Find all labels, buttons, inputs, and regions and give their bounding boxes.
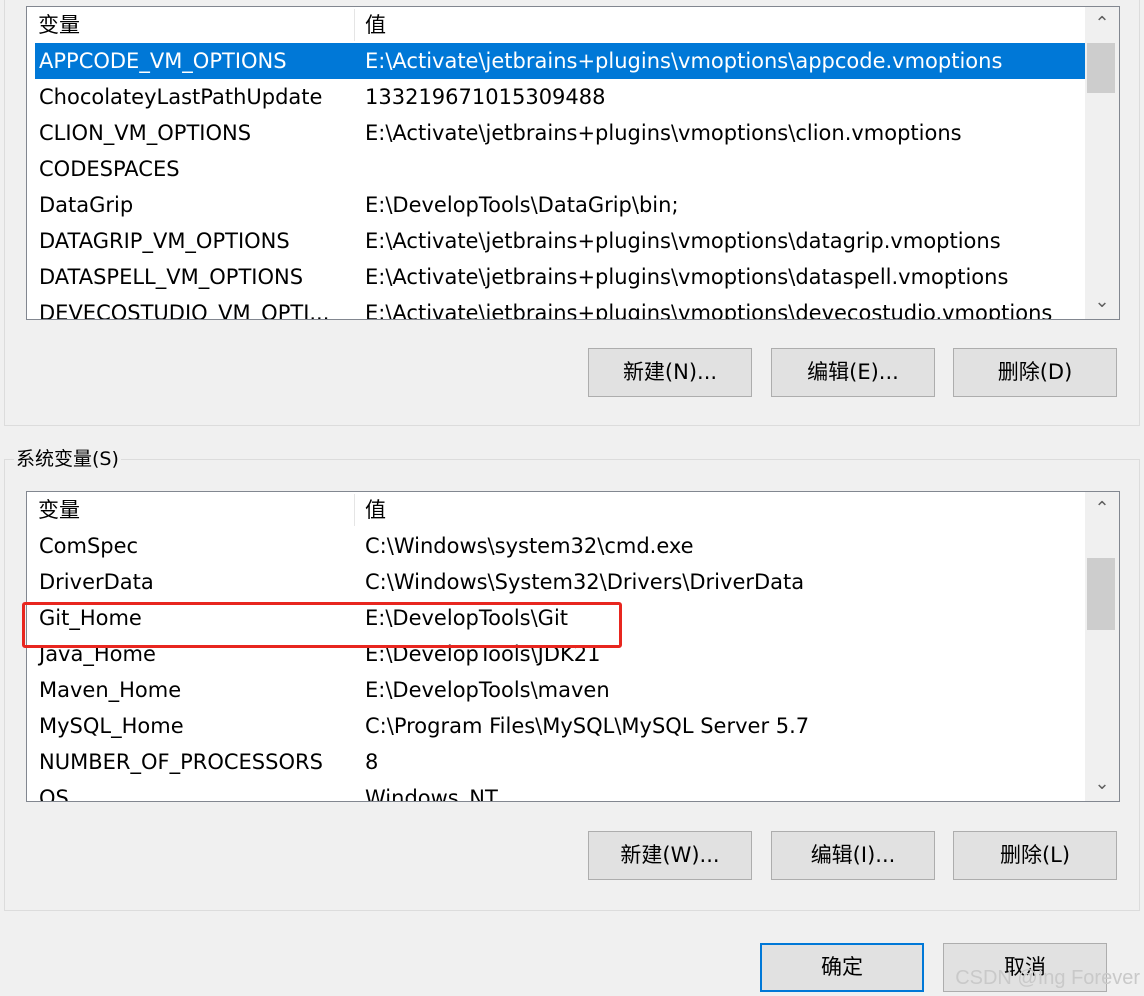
var-name: DataGrip — [39, 193, 134, 217]
var-name: NUMBER_OF_PROCESSORS — [39, 750, 323, 774]
var-value: E:\Activate\jetbrains+plugins\vmoptions\… — [365, 121, 962, 145]
column-header-name[interactable]: 变量 — [38, 7, 80, 43]
ok-button[interactable]: 确定 — [760, 943, 924, 992]
list-header[interactable]: 变量 值 — [27, 492, 1085, 528]
var-value: C:\Windows\system32\cmd.exe — [365, 534, 694, 558]
vertical-scrollbar[interactable]: ⌃ ⌄ — [1085, 7, 1119, 319]
column-separator[interactable] — [354, 9, 355, 41]
column-header-name[interactable]: 变量 — [38, 492, 80, 528]
table-row[interactable]: DriverData C:\Windows\System32\Drivers\D… — [27, 564, 1085, 600]
table-row[interactable]: DATAGRIP_VM_OPTIONS E:\Activate\jetbrain… — [27, 223, 1085, 259]
table-row[interactable]: Maven_Home E:\DevelopTools\maven — [27, 672, 1085, 708]
table-row[interactable]: CODESPACES — [27, 151, 1085, 187]
var-value: E:\Activate\jetbrains+plugins\vmoptions\… — [365, 49, 1003, 73]
table-row[interactable]: NUMBER_OF_PROCESSORS 8 — [27, 744, 1085, 780]
list-header[interactable]: 变量 值 — [27, 7, 1085, 43]
delete-system-variable-button[interactable]: 删除(L) — [953, 831, 1117, 880]
scroll-up-icon[interactable]: ⌃ — [1085, 492, 1119, 526]
vertical-scrollbar[interactable]: ⌃ ⌄ — [1085, 492, 1119, 801]
var-value: 133219671015309488 — [365, 85, 606, 109]
column-header-value[interactable]: 值 — [365, 7, 386, 43]
table-row[interactable]: ChocolateyLastPathUpdate 133219671015309… — [27, 79, 1085, 115]
var-name: CODESPACES — [39, 157, 180, 181]
table-row[interactable]: MySQL_Home C:\Program Files\MySQL\MySQL … — [27, 708, 1085, 744]
var-value: E:\DevelopTools\DataGrip\bin; — [365, 193, 679, 217]
scroll-down-icon[interactable]: ⌄ — [1085, 767, 1119, 801]
var-value: 8 — [365, 750, 379, 774]
new-system-variable-button[interactable]: 新建(W)... — [588, 831, 752, 880]
var-name: DATAGRIP_VM_OPTIONS — [39, 229, 290, 253]
var-name: MySQL_Home — [39, 714, 184, 738]
scroll-down-icon[interactable]: ⌄ — [1085, 285, 1119, 319]
var-name: Maven_Home — [39, 678, 182, 702]
watermark: CSDN @Ing Forever — [955, 967, 1140, 989]
new-user-variable-button[interactable]: 新建(N)... — [588, 348, 752, 397]
table-row[interactable]: DEVECOSTUDIO_VM_OPTI... E:\Activate\jetb… — [27, 295, 1085, 319]
scroll-thumb[interactable] — [1087, 558, 1115, 630]
var-name: DriverData — [39, 570, 154, 594]
var-name: DATASPELL_VM_OPTIONS — [39, 265, 304, 289]
var-value: E:\Activate\jetbrains+plugins\vmoptions\… — [365, 229, 1001, 253]
delete-user-variable-button[interactable]: 删除(D) — [953, 348, 1117, 397]
var-name: ChocolateyLastPathUpdate — [39, 85, 323, 109]
var-value: Windows_NT — [365, 786, 498, 801]
var-value: E:\DevelopTools\maven — [365, 678, 610, 702]
column-header-value[interactable]: 值 — [365, 492, 386, 528]
var-value: C:\Windows\System32\Drivers\DriverData — [365, 570, 805, 594]
var-value: C:\Program Files\MySQL\MySQL Server 5.7 — [365, 714, 810, 738]
var-name: OS — [39, 786, 69, 801]
table-row[interactable]: APPCODE_VM_OPTIONS E:\Activate\jetbrains… — [35, 43, 1085, 79]
var-name: APPCODE_VM_OPTIONS — [39, 49, 287, 73]
user-variables-list[interactable]: 变量 值 APPCODE_VM_OPTIONS E:\Activate\jetb… — [26, 6, 1120, 320]
var-value: E:\Activate\jetbrains+plugins\vmoptions\… — [365, 301, 1053, 319]
scroll-up-icon[interactable]: ⌃ — [1085, 7, 1119, 41]
var-name: CLION_VM_OPTIONS — [39, 121, 252, 145]
scroll-thumb[interactable] — [1087, 43, 1115, 93]
table-row[interactable]: DataGrip E:\DevelopTools\DataGrip\bin; — [27, 187, 1085, 223]
edit-system-variable-button[interactable]: 编辑(I)... — [771, 831, 935, 880]
table-row[interactable]: OS Windows_NT — [27, 780, 1085, 801]
table-row[interactable]: DATASPELL_VM_OPTIONS E:\Activate\jetbrai… — [27, 259, 1085, 295]
edit-user-variable-button[interactable]: 编辑(E)... — [771, 348, 935, 397]
var-name: DEVECOSTUDIO_VM_OPTI... — [39, 301, 330, 319]
git-home-highlight-box — [22, 602, 622, 648]
table-row[interactable]: CLION_VM_OPTIONS E:\Activate\jetbrains+p… — [27, 115, 1085, 151]
var-name: ComSpec — [39, 534, 139, 558]
var-value: E:\Activate\jetbrains+plugins\vmoptions\… — [365, 265, 1009, 289]
column-separator[interactable] — [354, 494, 355, 526]
table-row[interactable]: ComSpec C:\Windows\system32\cmd.exe — [27, 528, 1085, 564]
system-variables-label: 系统变量(S) — [14, 447, 121, 471]
